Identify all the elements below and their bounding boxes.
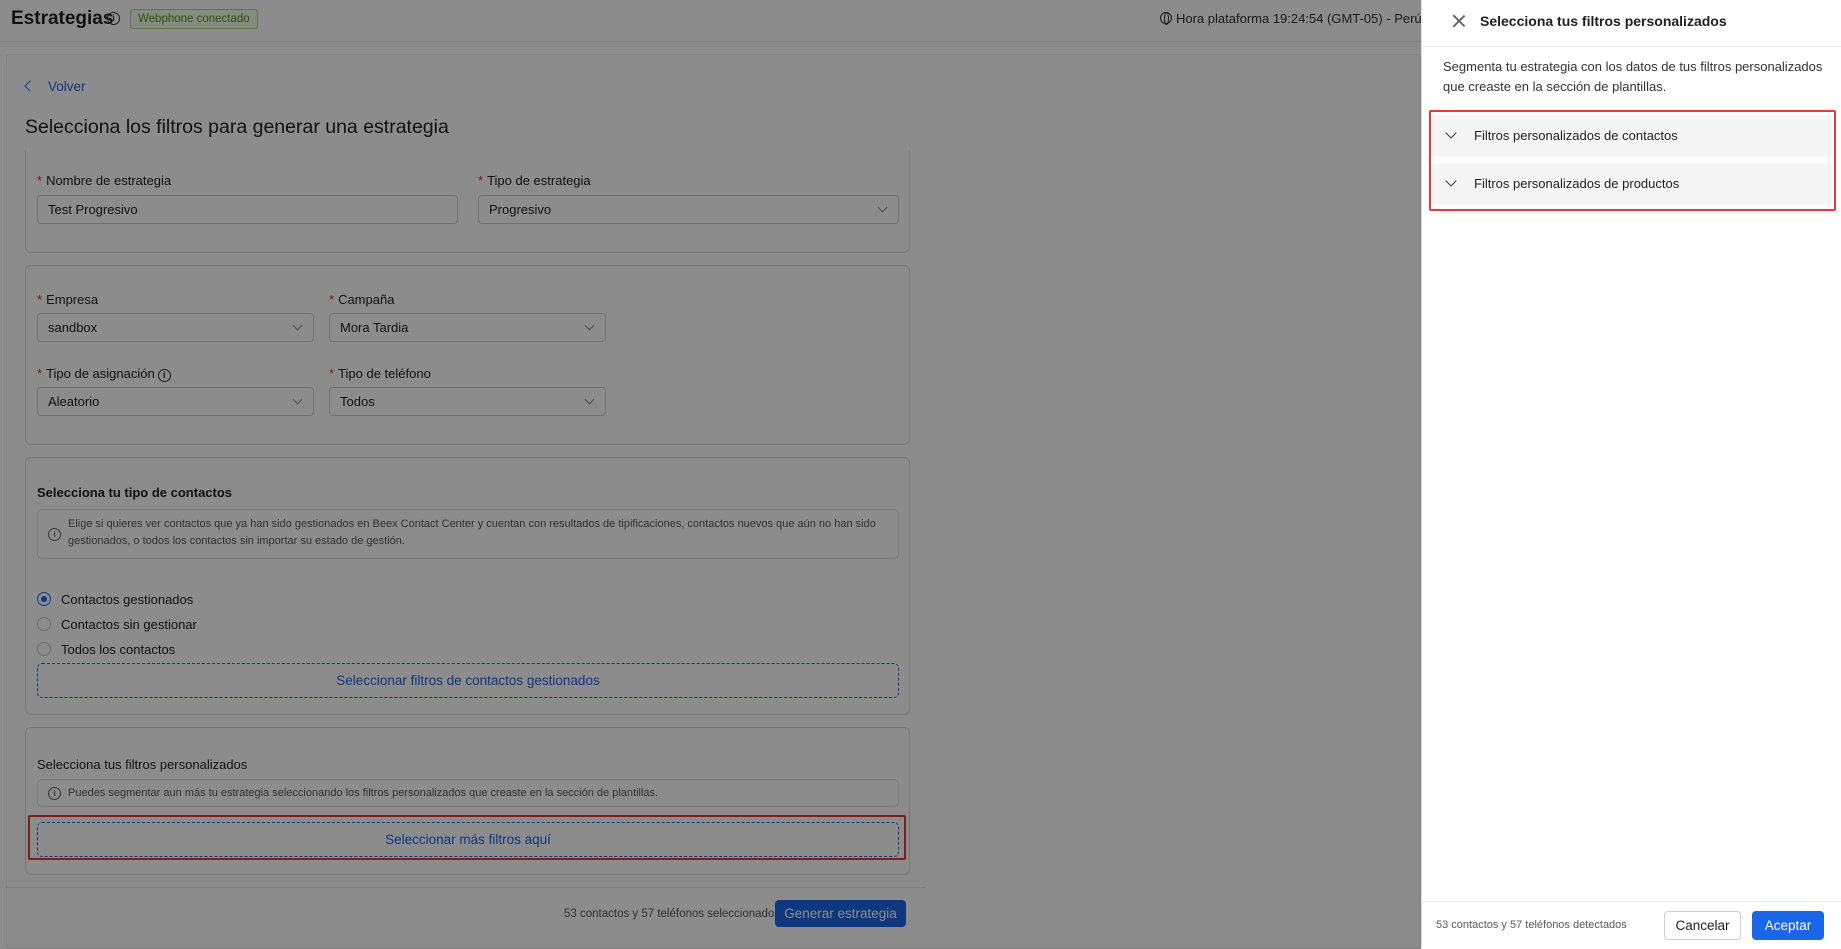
drawer-header: Selecciona tus filtros personalizados (1422, 0, 1841, 47)
drawer-title: Selecciona tus filtros personalizados (1480, 13, 1727, 29)
accept-button[interactable]: Aceptar (1752, 911, 1824, 940)
detected-count: 53 contactos y 57 teléfonos detectados (1436, 919, 1627, 931)
highlight-box (1429, 110, 1836, 211)
custom-filters-drawer: Selecciona tus filtros personalizados Se… (1421, 0, 1841, 949)
close-icon[interactable] (1452, 14, 1466, 28)
drawer-description: Segmenta tu estrategia con los datos de … (1443, 59, 1823, 94)
modal-overlay[interactable] (0, 0, 1421, 949)
drawer-footer: 53 contactos y 57 teléfonos detectados C… (1422, 901, 1841, 949)
cancel-button[interactable]: Cancelar (1664, 911, 1741, 940)
